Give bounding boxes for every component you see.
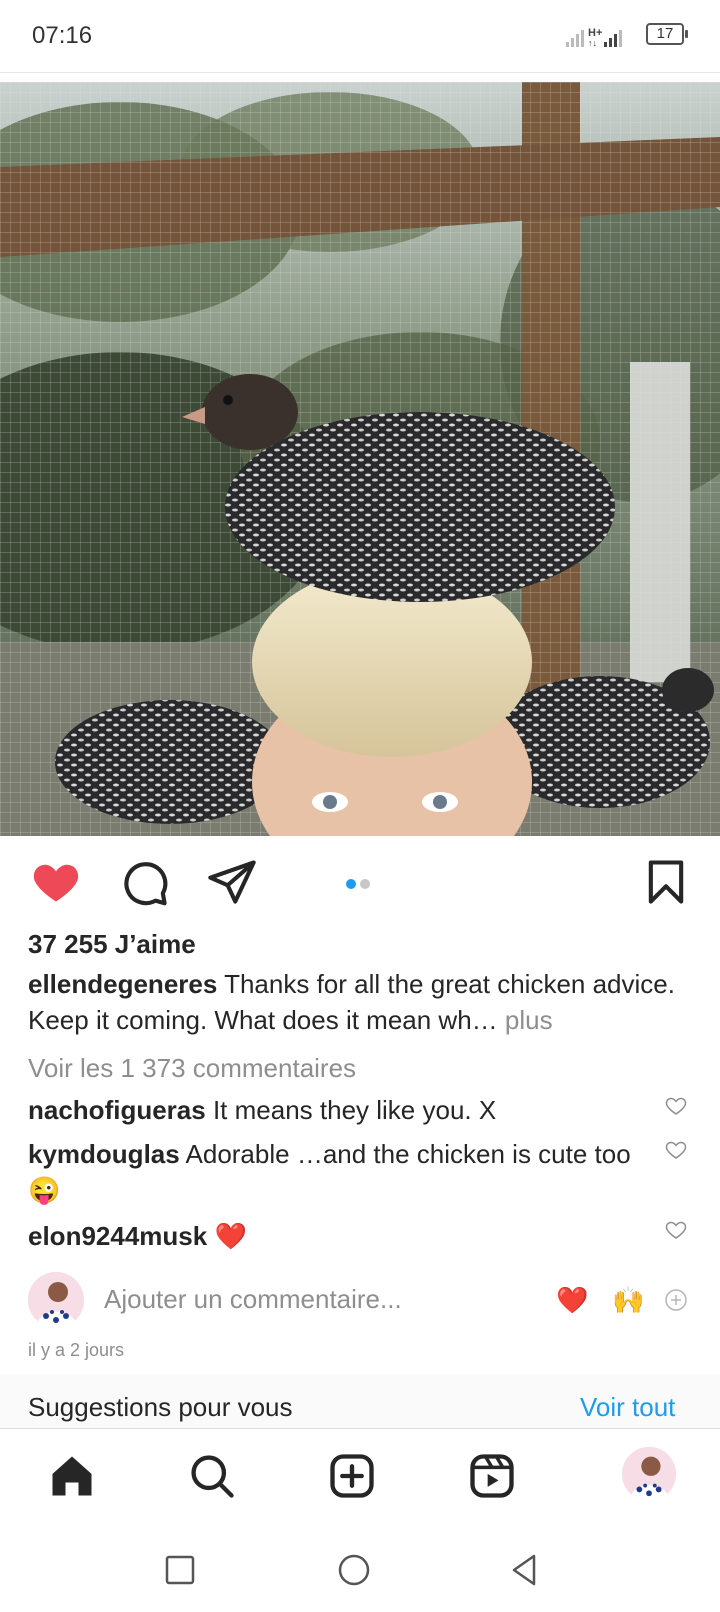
comment-username[interactable]: kymdouglas (28, 1139, 180, 1169)
quick-reaction-hands[interactable]: 🙌 (612, 1285, 644, 1316)
suggestions-title: Suggestions pour vous (28, 1392, 293, 1422)
create-post-icon (330, 1454, 374, 1498)
view-all-comments-link[interactable]: Voir les 1 373 commentaires (28, 1050, 356, 1086)
user-avatar[interactable] (28, 1272, 84, 1328)
nav-profile-button[interactable] (622, 1447, 676, 1501)
status-time: 07:16 (32, 22, 93, 49)
nav-create-button[interactable] (326, 1450, 378, 1502)
quick-reaction-heart[interactable]: ❤️ (556, 1285, 588, 1316)
post-photo[interactable] (0, 82, 720, 836)
comment-row: nachofigueras It means they like you. X (28, 1092, 648, 1128)
comment-text: ❤️ (214, 1221, 247, 1251)
carousel-dot-active (346, 879, 356, 889)
search-icon (191, 1455, 234, 1498)
nav-search-button[interactable] (186, 1450, 238, 1502)
avatar-image (28, 1272, 84, 1328)
recent-apps-button[interactable] (160, 1550, 200, 1590)
reels-icon (470, 1454, 514, 1498)
carousel-dot (360, 879, 370, 889)
home-icon (52, 1456, 92, 1496)
nav-home-button[interactable] (46, 1450, 98, 1502)
comment-button[interactable] (118, 856, 170, 908)
comment-username[interactable]: nachofigueras (28, 1095, 206, 1125)
post-image (0, 82, 720, 836)
comment-username[interactable]: elon9244musk (28, 1221, 207, 1251)
post-caption: ellendegeneres Thanks for all the great … (28, 966, 688, 1038)
caption-more-link[interactable]: plus (505, 1005, 553, 1035)
signal-icons: H+ ↑↓ (566, 24, 638, 53)
battery-level: 17 (656, 25, 674, 42)
like-button[interactable] (30, 856, 82, 908)
svg-text:↑↓: ↑↓ (588, 38, 597, 48)
comment-like-button[interactable] (664, 1138, 688, 1162)
add-circle-icon (665, 1289, 687, 1311)
carousel-indicator (346, 876, 374, 894)
android-back-button[interactable] (504, 1550, 544, 1590)
save-button[interactable] (640, 856, 692, 908)
comment-row: kymdouglas Adorable …and the chicken is … (28, 1136, 648, 1208)
likes-count[interactable]: 37 255 J’aime (28, 926, 196, 962)
heart-outline-icon (665, 1097, 687, 1115)
more-reactions-button[interactable] (664, 1288, 688, 1312)
comment-bubble-icon (124, 862, 168, 906)
heart-filled-icon (33, 864, 79, 902)
comment-row: elon9244musk ❤️ (28, 1218, 648, 1254)
recent-apps-icon (165, 1555, 195, 1585)
post-timestamp: il y a 2 jours (28, 1340, 125, 1360)
heart-outline-icon (665, 1141, 687, 1159)
paper-plane-icon (208, 860, 256, 904)
caption-author[interactable]: ellendegeneres (28, 969, 217, 999)
see-all-link[interactable]: Voir tout (580, 1392, 675, 1423)
share-button[interactable] (206, 856, 258, 908)
comment-like-button[interactable] (664, 1094, 688, 1118)
bookmark-icon (648, 860, 684, 904)
back-triangle-icon (512, 1554, 536, 1586)
home-circle-icon (338, 1554, 370, 1586)
battery-indicator: 17 (646, 23, 688, 45)
add-comment-input[interactable]: Ajouter un commentaire... (104, 1284, 402, 1315)
heart-outline-icon (665, 1221, 687, 1239)
comment-text: It means they like you. X (212, 1095, 497, 1125)
comment-like-button[interactable] (664, 1218, 688, 1242)
nav-reels-button[interactable] (466, 1450, 518, 1502)
android-home-button[interactable] (334, 1550, 374, 1590)
profile-avatar (622, 1447, 676, 1501)
